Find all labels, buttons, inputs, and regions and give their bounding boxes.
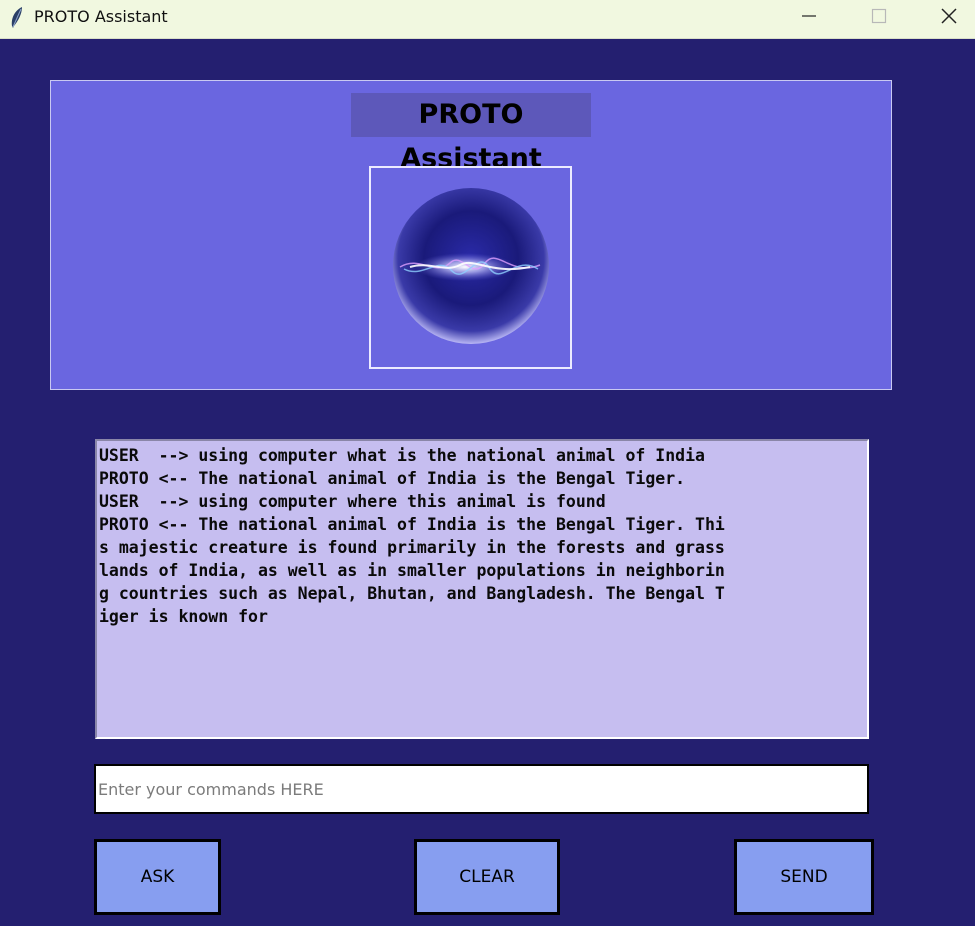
chat-line: USER --> using computer where this anima… xyxy=(99,492,606,511)
chat-log[interactable]: USER --> using computer what is the nati… xyxy=(95,439,869,739)
ask-button[interactable]: ASK xyxy=(94,839,221,915)
maximize-button[interactable] xyxy=(856,0,902,36)
close-icon xyxy=(940,7,958,29)
send-button[interactable]: SEND xyxy=(734,839,874,915)
minimize-button[interactable] xyxy=(786,0,832,36)
window-titlebar: PROTO Assistant xyxy=(0,0,975,39)
assistant-title: PROTO Assistant xyxy=(351,93,591,174)
maximize-icon xyxy=(871,8,887,28)
chat-line: g countries such as Nepal, Bhutan, and B… xyxy=(99,584,725,603)
header-panel: PROTO Assistant xyxy=(50,80,892,390)
chat-line: PROTO <-- The national animal of India i… xyxy=(99,469,686,488)
chat-line: iger is known for xyxy=(99,607,268,626)
feather-icon xyxy=(8,6,26,30)
command-input[interactable] xyxy=(94,764,869,814)
minimize-icon xyxy=(801,8,817,28)
chat-line: lands of India, as well as in smaller po… xyxy=(99,561,725,580)
chat-line: PROTO <-- The national animal of India i… xyxy=(99,515,725,534)
chat-line: USER --> using computer what is the nati… xyxy=(99,446,705,465)
close-button[interactable] xyxy=(926,0,972,36)
orb-image-frame xyxy=(369,166,572,369)
voice-orb-icon xyxy=(390,185,552,351)
window-title: PROTO Assistant xyxy=(34,7,168,26)
chat-line: s majestic creature is found primarily i… xyxy=(99,538,725,557)
clear-button[interactable]: CLEAR xyxy=(414,839,560,915)
